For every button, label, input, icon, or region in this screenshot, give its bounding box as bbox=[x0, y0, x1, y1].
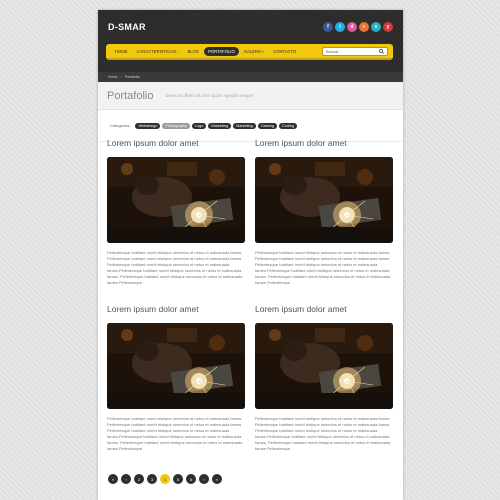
rss-icon[interactable]: r bbox=[359, 22, 369, 32]
filter-chip-logo[interactable]: Logo bbox=[191, 122, 207, 129]
pagination-prev[interactable]: ‹ bbox=[121, 474, 131, 484]
welder-photo bbox=[107, 157, 245, 243]
breadcrumb-separator: › bbox=[120, 75, 122, 79]
pagination-page-4[interactable]: 4 bbox=[160, 474, 170, 484]
post-image[interactable] bbox=[107, 157, 245, 243]
post-title[interactable]: Lorem ipsum dolor amet bbox=[255, 304, 393, 314]
post-title[interactable]: Lorem ipsum dolor amet bbox=[107, 304, 245, 314]
dribbble-icon[interactable]: d bbox=[347, 22, 357, 32]
youtube-icon[interactable]: y bbox=[383, 22, 393, 32]
portfolio-item: Lorem ipsum dolor amet Pellentesque habi… bbox=[255, 138, 393, 286]
filter-chip-marketing[interactable]: Marketing bbox=[208, 122, 232, 129]
filter-chip-marketing-2[interactable]: Marketing bbox=[233, 122, 256, 129]
facebook-icon[interactable]: f bbox=[323, 22, 333, 32]
filter-label: Categorias: bbox=[110, 123, 131, 128]
post-image[interactable] bbox=[255, 323, 393, 409]
post-image[interactable] bbox=[255, 157, 393, 243]
search-placeholder: Buscar... bbox=[326, 49, 342, 54]
post-excerpt: Pellentesque habitant morbi tristique se… bbox=[255, 250, 391, 285]
pagination-page-5[interactable]: 5 bbox=[173, 474, 183, 484]
filter-chip-coding[interactable]: Coding bbox=[279, 122, 298, 129]
site-header: D-SMAR f t d r v y Home Caracteristicas … bbox=[98, 10, 403, 72]
nav-item-caracteristicas[interactable]: Caracteristicas › bbox=[133, 47, 183, 56]
page-subtitle: Donec eu libero sit amet quam egestas se… bbox=[165, 93, 255, 98]
portfolio-item: Lorem ipsum dolor amet Pellentesque habi… bbox=[107, 304, 245, 452]
breadcrumb-current: Portafolio bbox=[124, 75, 140, 79]
breadcrumb-home[interactable]: Home bbox=[108, 75, 118, 79]
post-excerpt: Pellentesque habitant morbi tristique se… bbox=[107, 250, 243, 285]
page-container: D-SMAR f t d r v y Home Caracteristicas … bbox=[98, 10, 403, 500]
nav-item-contacto[interactable]: Contacto bbox=[269, 47, 300, 56]
page-title: Portafolio bbox=[107, 89, 154, 102]
vimeo-icon[interactable]: v bbox=[371, 22, 381, 32]
nav-item-home[interactable]: Home bbox=[111, 47, 132, 56]
site-logo[interactable]: D-SMAR bbox=[108, 22, 146, 32]
filter-chip-webdesign[interactable]: Webdesign bbox=[135, 122, 161, 129]
pagination-first[interactable]: « bbox=[108, 474, 118, 484]
nav-item-blog[interactable]: Blog bbox=[183, 47, 203, 56]
breadcrumb: Home › Portafolio bbox=[98, 72, 403, 82]
pagination-page-6[interactable]: 6 bbox=[186, 474, 196, 484]
search-icon[interactable] bbox=[379, 49, 384, 54]
pagination-page-3[interactable]: 3 bbox=[147, 474, 157, 484]
post-image[interactable] bbox=[107, 323, 245, 409]
page-title-bar: Portafolio Donec eu libero sit amet quam… bbox=[98, 82, 403, 110]
filter-chip-photography[interactable]: Photography bbox=[162, 122, 190, 129]
search-input[interactable]: Buscar... bbox=[322, 47, 388, 56]
post-title[interactable]: Lorem ipsum dolor amet bbox=[255, 138, 393, 148]
post-excerpt: Pellentesque habitant morbi tristique se… bbox=[255, 416, 391, 451]
pagination-next[interactable]: › bbox=[199, 474, 209, 484]
main-nav: Home Caracteristicas › Blog Portafolio G… bbox=[106, 44, 393, 60]
filter-chip-gaming[interactable]: Gaming bbox=[257, 122, 278, 129]
nav-item-portafolio[interactable]: Portafolio bbox=[204, 46, 239, 56]
pagination-last[interactable]: » bbox=[212, 474, 222, 484]
welder-photo bbox=[255, 157, 393, 243]
pagination: « ‹ 2 3 4 5 6 › » bbox=[108, 474, 222, 484]
nav-item-galeria[interactable]: Galeria › bbox=[240, 47, 268, 56]
twitter-icon[interactable]: t bbox=[335, 22, 345, 32]
welder-photo bbox=[107, 323, 245, 409]
post-title[interactable]: Lorem ipsum dolor amet bbox=[107, 138, 245, 148]
portfolio-item: Lorem ipsum dolor amet Pellentesque habi… bbox=[255, 304, 393, 452]
portfolio-item: Lorem ipsum dolor amet Pellentesque habi… bbox=[107, 138, 245, 286]
social-links: f t d r v y bbox=[323, 22, 393, 32]
welder-photo bbox=[255, 323, 393, 409]
post-excerpt: Pellentesque habitant morbi tristique se… bbox=[107, 416, 243, 451]
pagination-page-2[interactable]: 2 bbox=[134, 474, 144, 484]
